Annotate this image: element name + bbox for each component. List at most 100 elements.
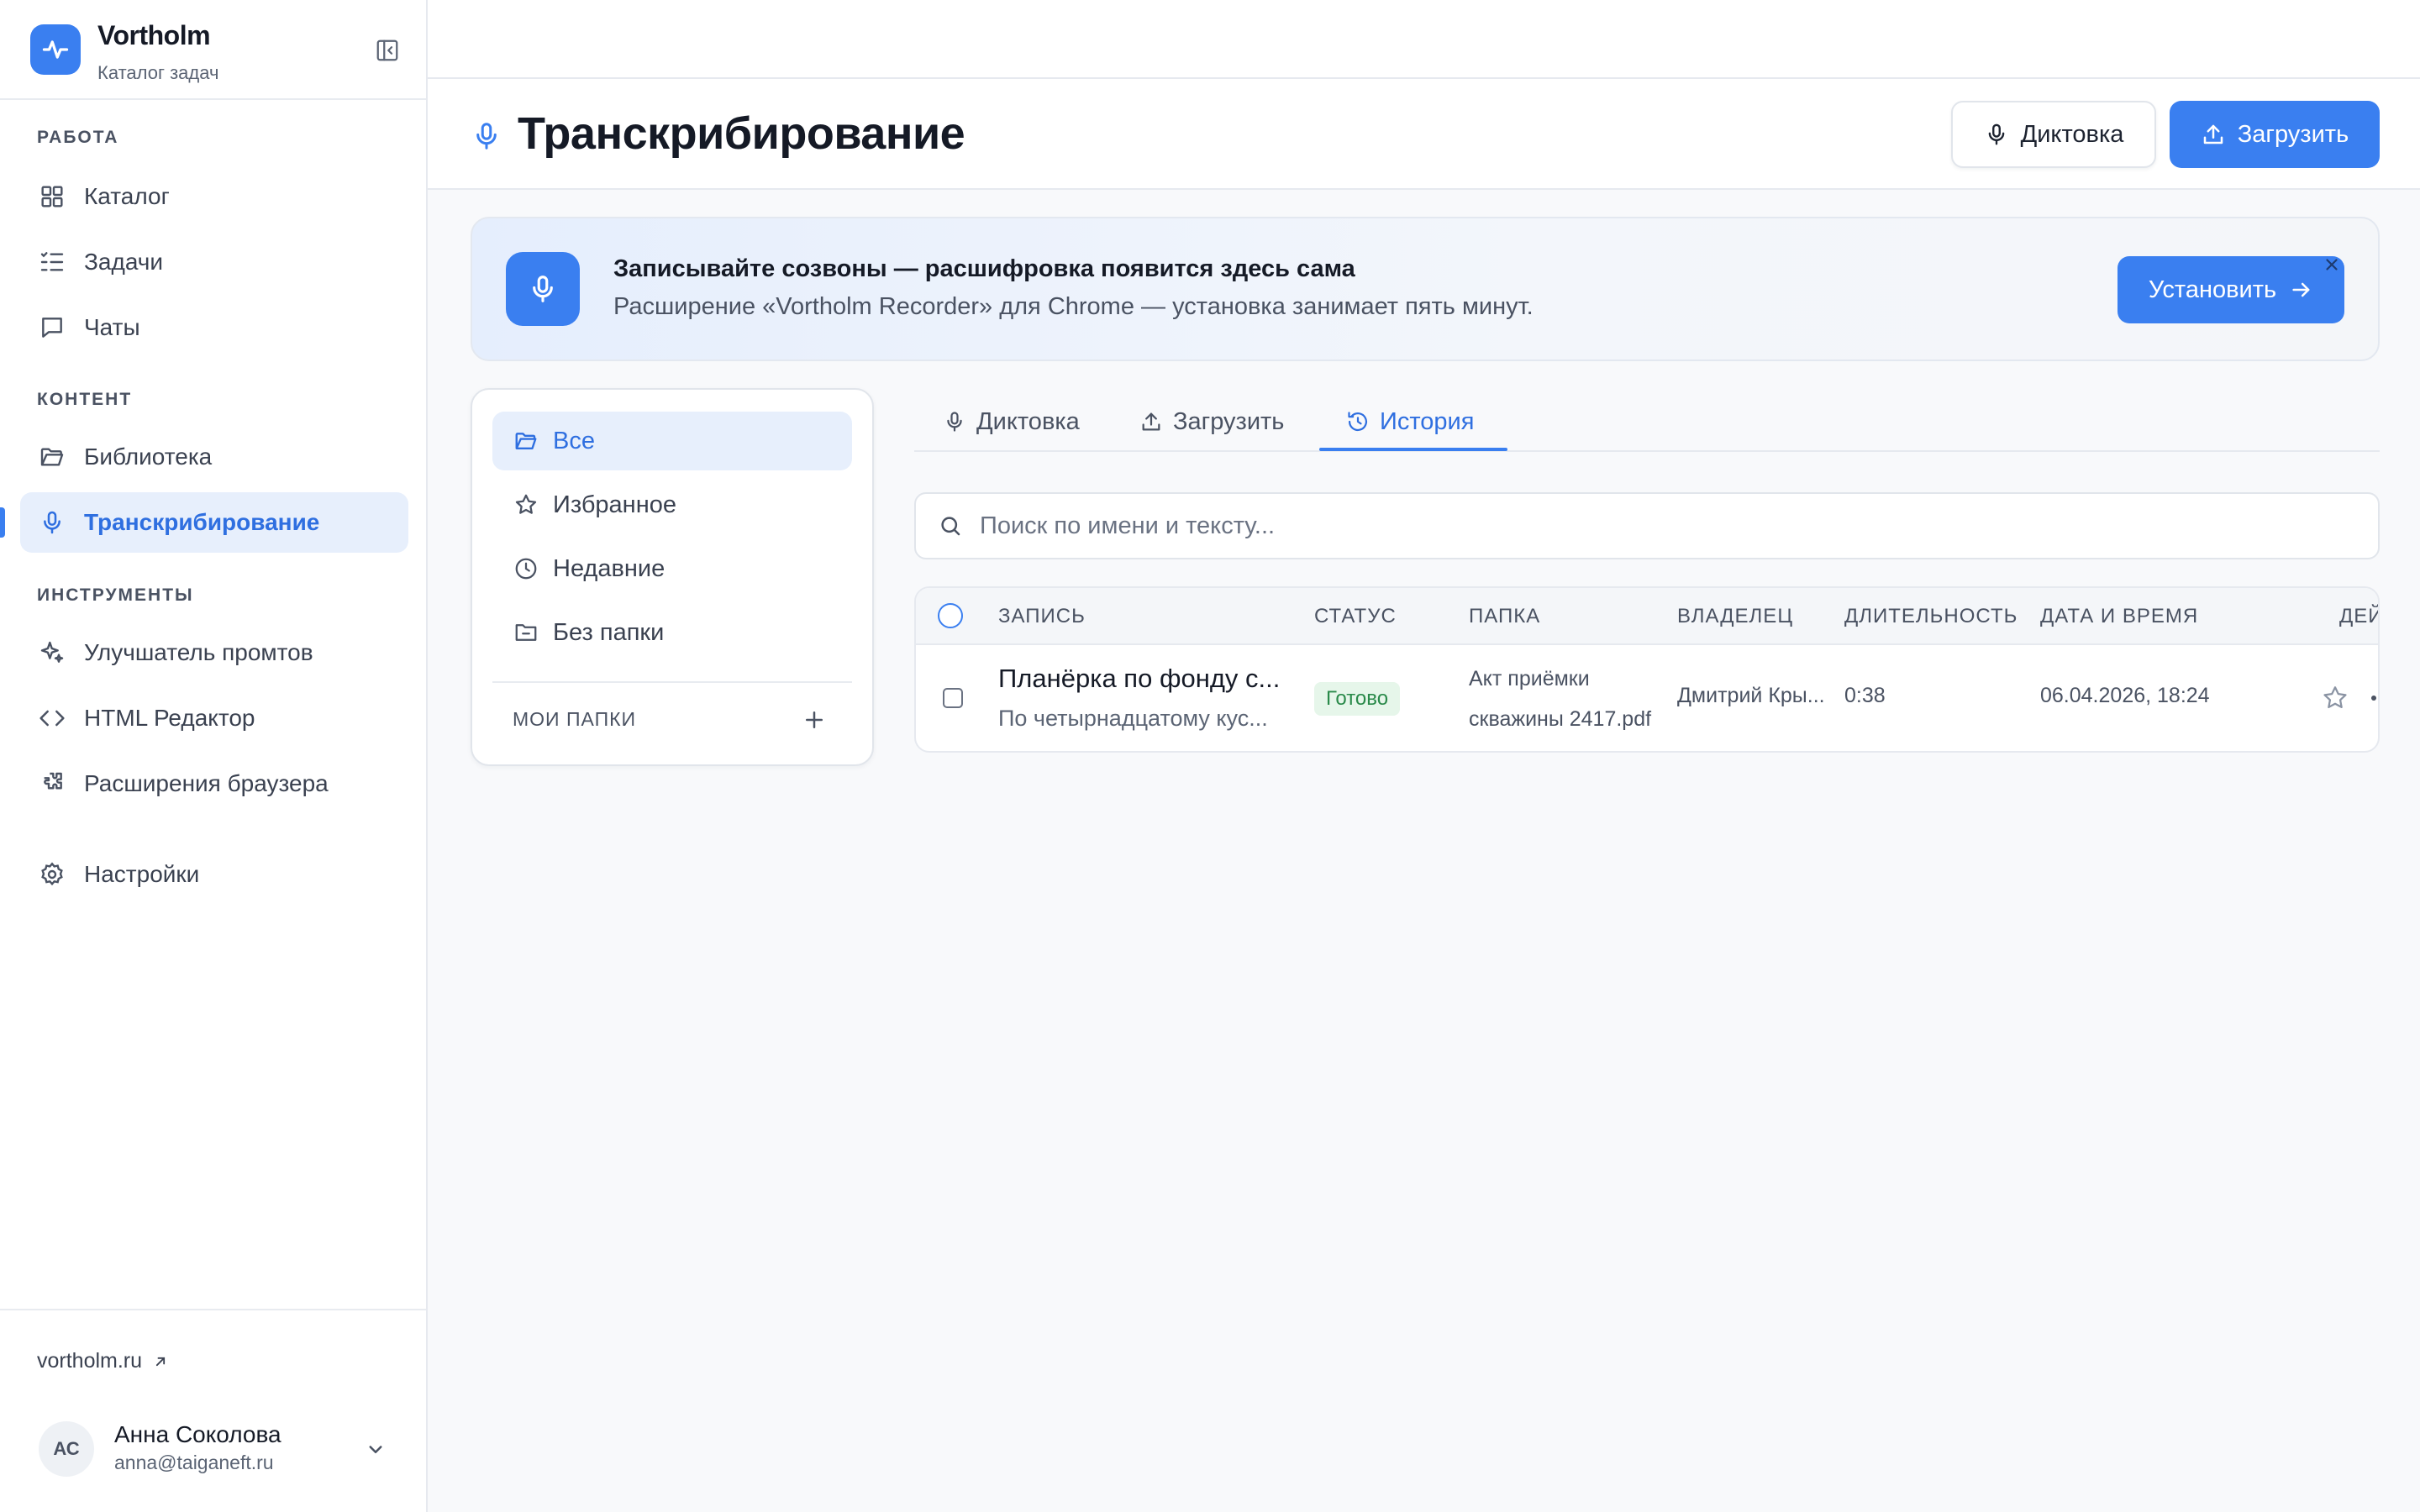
- row-checkbox[interactable]: [943, 688, 963, 708]
- folder-minus-icon: [513, 619, 539, 646]
- avatar[interactable]: АС: [39, 1421, 94, 1477]
- folder-item-no-folder[interactable]: Без папки: [492, 603, 852, 662]
- star-icon: [513, 491, 539, 518]
- site-link[interactable]: vortholm.ru: [37, 1349, 169, 1373]
- column-header-actions: ДЕЙ: [2339, 605, 2380, 627]
- history-icon: [1348, 412, 1368, 432]
- folder-item-favorites[interactable]: Избранное: [492, 475, 852, 534]
- column-header-record[interactable]: ЗАПИСЬ: [998, 605, 1086, 628]
- install-button[interactable]: Установить: [2118, 256, 2344, 323]
- sidebar-item-settings[interactable]: Настройки: [20, 844, 408, 905]
- search-box: [914, 492, 2380, 559]
- sidebar-item-label: Чаты: [84, 314, 140, 340]
- sidebar-item-transcription[interactable]: Транскрибирование: [20, 492, 408, 553]
- sidebar-item-label: Каталог: [84, 183, 170, 209]
- sidebar-item-browser-extensions[interactable]: Расширения браузера: [20, 753, 408, 814]
- list-check-icon: [37, 247, 67, 277]
- banner-title: Записывайте созвоны — расшифровка появит…: [613, 255, 1355, 282]
- dictation-button-label: Диктовка: [2020, 120, 2124, 148]
- sidebar-item-label: Транскрибирование: [84, 509, 320, 535]
- user-name: Анна Соколова: [114, 1421, 281, 1447]
- brand-name: Vortholm: [97, 20, 211, 50]
- upload-button[interactable]: Загрузить: [2170, 101, 2380, 168]
- sidebar-item-tasks[interactable]: Задачи: [20, 232, 408, 292]
- section-label-content: КОНТЕНТ: [37, 390, 133, 409]
- sidebar-item-label: Улучшатель промтов: [84, 639, 313, 665]
- clock-icon: [513, 555, 539, 582]
- folder-item-all[interactable]: Все: [492, 412, 852, 470]
- column-header-owner[interactable]: ВЛАДЕЛЕЦ: [1677, 605, 1793, 628]
- folder-item-label: Избранное: [553, 491, 676, 518]
- microphone-icon: [947, 412, 962, 432]
- grid-icon: [37, 181, 67, 212]
- tabs-divider: [914, 450, 2380, 452]
- site-link-label: vortholm.ru: [37, 1349, 143, 1373]
- plus-icon[interactable]: [802, 707, 827, 732]
- tab-dictation[interactable]: Диктовка: [943, 396, 1080, 447]
- user-email: anna@taiganeft.ru: [114, 1452, 274, 1473]
- active-tab-indicator: [1319, 448, 1507, 451]
- column-header-status[interactable]: СТАТУС: [1314, 605, 1397, 628]
- microphone-icon: [533, 276, 553, 302]
- record-subtitle: По четырнадцатому кус...: [998, 706, 1268, 731]
- column-header-folder[interactable]: ПАПКА: [1469, 605, 1540, 628]
- folder-item-label: Все: [553, 427, 595, 454]
- folder-item-recent[interactable]: Недавние: [492, 539, 852, 598]
- column-header-duration[interactable]: ДЛИТЕЛЬНОСТЬ: [1844, 605, 2018, 628]
- folder-item-label: Недавние: [553, 554, 666, 582]
- more-actions-icon[interactable]: [2371, 696, 2376, 701]
- folders-divider: [492, 681, 852, 683]
- section-label-work: РАБОТА: [37, 128, 119, 147]
- tab-history[interactable]: История: [1346, 396, 1474, 447]
- sidebar-item-catalog[interactable]: Каталог: [20, 166, 408, 227]
- extension-banner: [471, 217, 2380, 361]
- close-icon[interactable]: [2323, 255, 2341, 274]
- column-header-datetime[interactable]: ДАТА И ВРЕМЯ: [2040, 605, 2198, 628]
- chat-bubble-icon: [37, 312, 67, 343]
- sidebar-item-label: Настройки: [84, 861, 200, 887]
- sidebar-item-label: HTML Редактор: [84, 705, 255, 731]
- upload-button-label: Загрузить: [2237, 120, 2349, 148]
- sidebar-divider: [0, 1309, 426, 1310]
- section-label-tools: ИНСТРУМЕНТЫ: [37, 585, 194, 605]
- sidebar-item-label: Расширения браузера: [84, 770, 329, 796]
- tab-upload[interactable]: Загрузить: [1139, 396, 1284, 447]
- chevron-down-icon[interactable]: [363, 1436, 388, 1462]
- sidebar-item-prompt-enhancer[interactable]: Улучшатель промтов: [20, 622, 408, 683]
- banner-text: Расширение «Vortholm Recorder» для Chrom…: [613, 293, 1534, 320]
- folder-item-label: Без папки: [553, 618, 665, 646]
- sparkles-icon: [37, 638, 67, 668]
- sidebar-item-chats[interactable]: Чаты: [20, 297, 408, 358]
- banner-icon: [506, 252, 580, 326]
- upload-icon: [2203, 124, 2223, 144]
- microphone-icon: [37, 507, 67, 538]
- page-title: Транскрибирование: [518, 108, 965, 159]
- record-title[interactable]: Планёрка по фонду с...: [998, 664, 1280, 694]
- brand-logo[interactable]: [30, 24, 81, 75]
- install-button-label: Установить: [2148, 276, 2277, 303]
- code-brackets-icon: [37, 703, 67, 733]
- favorite-star-icon[interactable]: [2321, 684, 2349, 712]
- search-input[interactable]: [978, 511, 2326, 541]
- record-folder-line2: скважины 2417.pdf: [1469, 707, 1652, 731]
- select-all-checkbox[interactable]: [938, 603, 963, 628]
- record-duration: 0:38: [1844, 684, 1886, 707]
- tab-label: Загрузить: [1173, 407, 1285, 435]
- sidebar-collapse-icon[interactable]: [375, 38, 400, 63]
- sidebar: Vortholm Каталог задач РАБОТА Каталог За…: [0, 0, 428, 1512]
- gear-icon: [37, 859, 67, 890]
- puzzle-icon: [37, 769, 67, 799]
- arrow-right-icon: [2292, 282, 2310, 297]
- sidebar-item-library[interactable]: Библиотека: [20, 427, 408, 487]
- top-bar: [428, 0, 2420, 79]
- external-link-icon: [155, 1357, 166, 1366]
- record-owner: Дмитрий Кры...: [1677, 684, 1825, 707]
- recordings-table: ЗАПИСЬ СТАТУС ПАПКА ВЛАДЕЛЕЦ ДЛИТЕЛЬНОСТ…: [914, 586, 2380, 753]
- sidebar-item-html-editor[interactable]: HTML Редактор: [20, 688, 408, 748]
- microphone-icon: [1988, 123, 2004, 145]
- sidebar-item-label: Библиотека: [84, 444, 213, 470]
- sidebar-item-label: Задачи: [84, 249, 164, 275]
- sidebar-divider: [0, 98, 426, 100]
- dictation-button[interactable]: Диктовка: [1951, 101, 2156, 168]
- tab-label: История: [1380, 407, 1475, 435]
